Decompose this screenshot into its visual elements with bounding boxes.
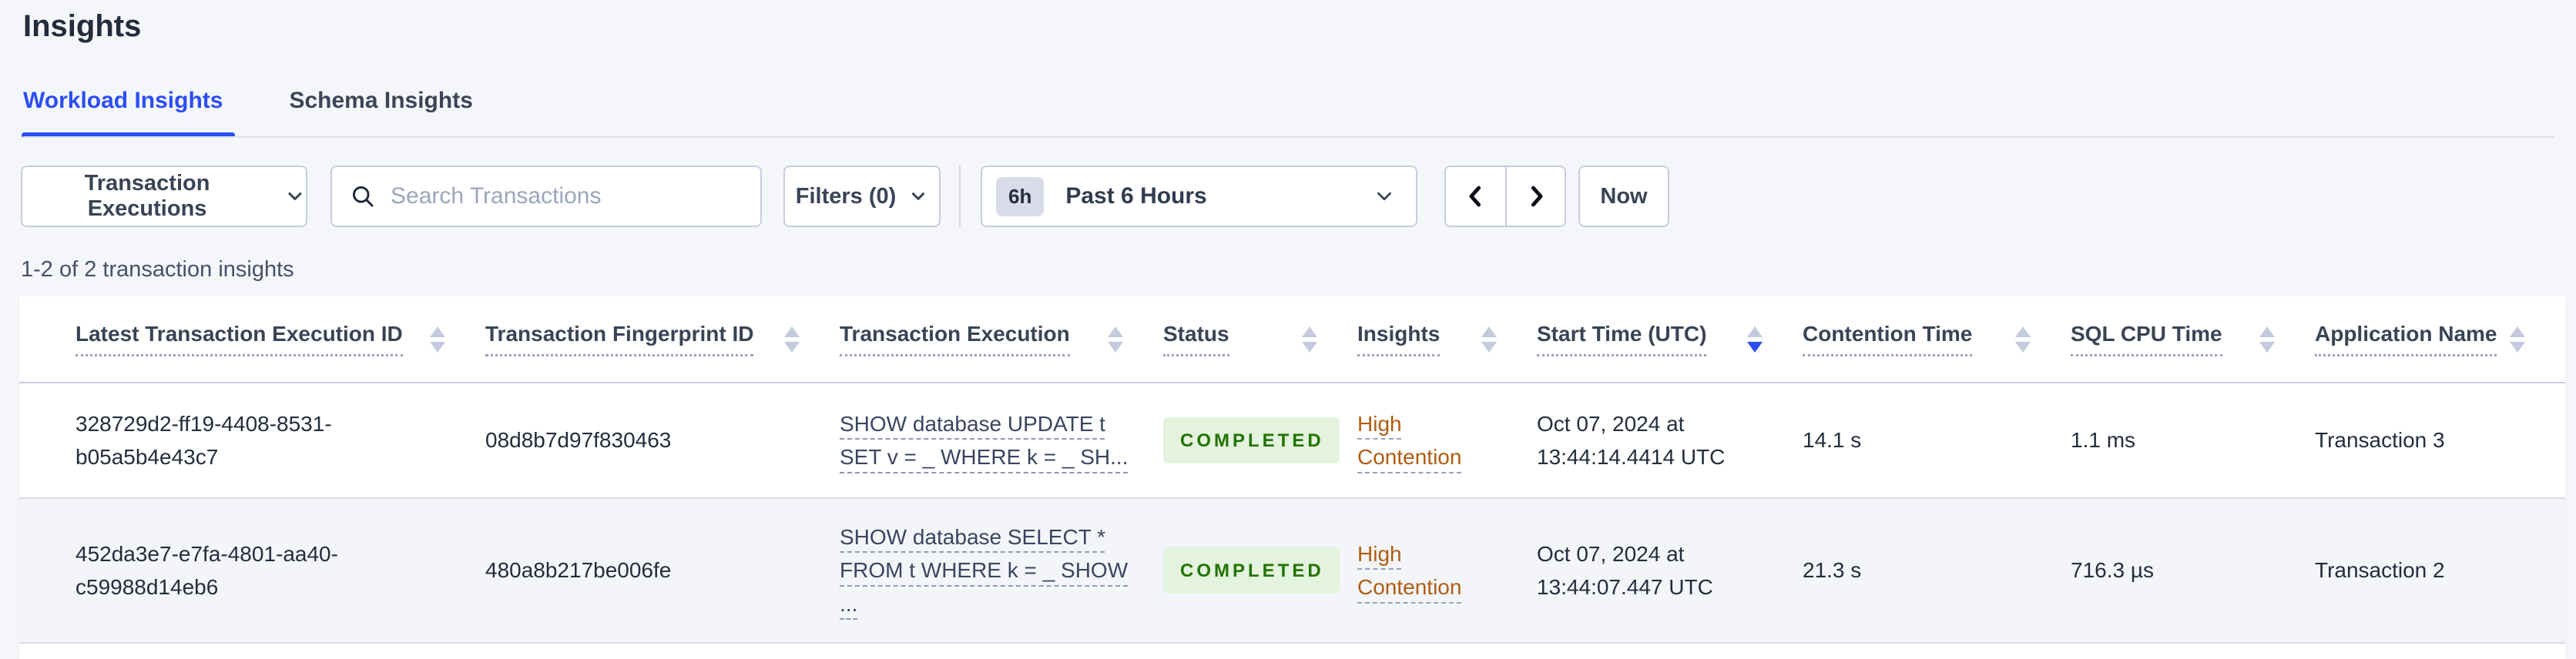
transaction-insights-table: Latest Transaction Execution ID Transact… <box>19 296 2565 644</box>
transaction-execution-link[interactable]: SHOW database UPDATE t SET v = _ WHERE k… <box>840 412 1129 469</box>
transaction-execution-link[interactable]: SHOW database SELECT * FROM t WHERE k = … <box>840 525 1128 616</box>
column-header-insights[interactable]: Insights <box>1357 322 1441 356</box>
page-title: Insights <box>23 9 142 43</box>
search-box[interactable] <box>330 166 762 227</box>
column-header-transaction-execution[interactable]: Transaction Execution <box>840 322 1070 356</box>
transaction-type-label: Transaction Executions <box>84 171 210 221</box>
transaction-type-dropdown[interactable]: Transaction Executions <box>21 166 307 227</box>
sort-arrows-icon[interactable] <box>1481 326 1529 353</box>
filters-label: Filters (0) <box>795 183 897 209</box>
time-range-label: Past 6 Hours <box>1065 183 1207 209</box>
column-header-start-time[interactable]: Start Time (UTC) <box>1537 322 1707 356</box>
table-row: 452da3e7-e7fa-4801-aa40-c59988d14eb6 480… <box>19 498 2565 643</box>
toolbar-divider <box>959 166 961 227</box>
sort-arrows-icon[interactable] <box>1108 326 1156 353</box>
chevron-right-icon <box>1531 186 1542 207</box>
results-summary: 1-2 of 2 transaction insights <box>21 257 294 282</box>
chevron-down-icon <box>1377 192 1391 201</box>
sort-arrows-icon[interactable] <box>2259 326 2307 353</box>
now-button[interactable]: Now <box>1578 166 1669 227</box>
sort-arrows-icon[interactable] <box>1302 326 1350 353</box>
tab-workload-insights[interactable]: Workload Insights <box>21 88 236 138</box>
column-header-contention-time[interactable]: Contention Time <box>1803 322 1973 356</box>
column-header-status[interactable]: Status <box>1163 322 1229 356</box>
column-header-sql-cpu-time[interactable]: SQL CPU Time <box>2071 322 2222 356</box>
latest-execution-id-cell: 452da3e7-e7fa-4801-aa40-c59988d14eb6 <box>75 541 338 599</box>
sort-arrows-icon[interactable] <box>2015 326 2063 353</box>
search-icon <box>353 186 374 207</box>
column-header-fingerprint-id[interactable]: Transaction Fingerprint ID <box>485 322 754 356</box>
application-name-cell: Transaction 3 <box>2315 428 2445 453</box>
fingerprint-id-cell: 08d8b7d97f830463 <box>485 428 672 453</box>
sort-arrows-icon[interactable] <box>2510 326 2558 353</box>
table-row: 328729d2-ff19-4408-8531-b05a5b4e43c7 08d… <box>19 383 2565 498</box>
start-time-cell: Oct 07, 2024 at 13:44:14.4414 UTC <box>1537 411 1726 469</box>
application-name-cell: Transaction 2 <box>2315 558 2445 583</box>
column-header-latest-execution-id[interactable]: Latest Transaction Execution ID <box>75 322 403 356</box>
chevron-left-icon <box>1469 186 1481 207</box>
insight-link[interactable]: High Contention <box>1357 542 1461 599</box>
insights-table-card: Latest Transaction Execution ID Transact… <box>19 296 2565 659</box>
sql-cpu-time-cell: 1.1 ms <box>2071 428 2136 453</box>
chevron-down-icon <box>912 192 925 200</box>
filters-button[interactable]: Filters (0) <box>783 166 941 227</box>
insight-link[interactable]: High Contention <box>1357 412 1461 469</box>
latest-execution-id-cell: 328729d2-ff19-4408-8531-b05a5b4e43c7 <box>75 411 332 469</box>
status-badge: COMPLETED <box>1163 547 1340 594</box>
contention-time-cell: 14.1 s <box>1803 428 1862 453</box>
sort-arrows-icon[interactable] <box>430 326 478 353</box>
status-badge: COMPLETED <box>1163 416 1340 464</box>
time-range-badge: 6h <box>996 176 1045 216</box>
sql-cpu-time-cell: 716.3 µs <box>2071 558 2154 583</box>
search-input[interactable] <box>391 183 743 209</box>
tabs-divider <box>23 136 2554 138</box>
toolbar: Transaction Executions Filters (0) 6h Pa… <box>21 166 1669 227</box>
start-time-cell: Oct 07, 2024 at 13:44:07.447 UTC <box>1537 541 1713 599</box>
column-header-application-name[interactable]: Application Name <box>2315 322 2497 356</box>
time-prev-button[interactable] <box>1446 167 1505 226</box>
time-next-button[interactable] <box>1505 167 1565 226</box>
contention-time-cell: 21.3 s <box>1803 558 1862 583</box>
fingerprint-id-cell: 480a8b217be006fe <box>485 558 672 583</box>
time-range-picker[interactable]: 6h Past 6 Hours <box>981 166 1417 227</box>
sort-arrows-icon[interactable] <box>1747 326 1795 353</box>
table-header-row: Latest Transaction Execution ID Transact… <box>19 296 2565 383</box>
chevron-down-icon <box>288 192 302 200</box>
time-step-buttons <box>1444 166 1566 227</box>
tab-bar: Workload Insights Schema Insights <box>21 88 473 138</box>
tab-schema-insights[interactable]: Schema Insights <box>289 88 472 135</box>
sort-arrows-icon[interactable] <box>784 326 832 353</box>
